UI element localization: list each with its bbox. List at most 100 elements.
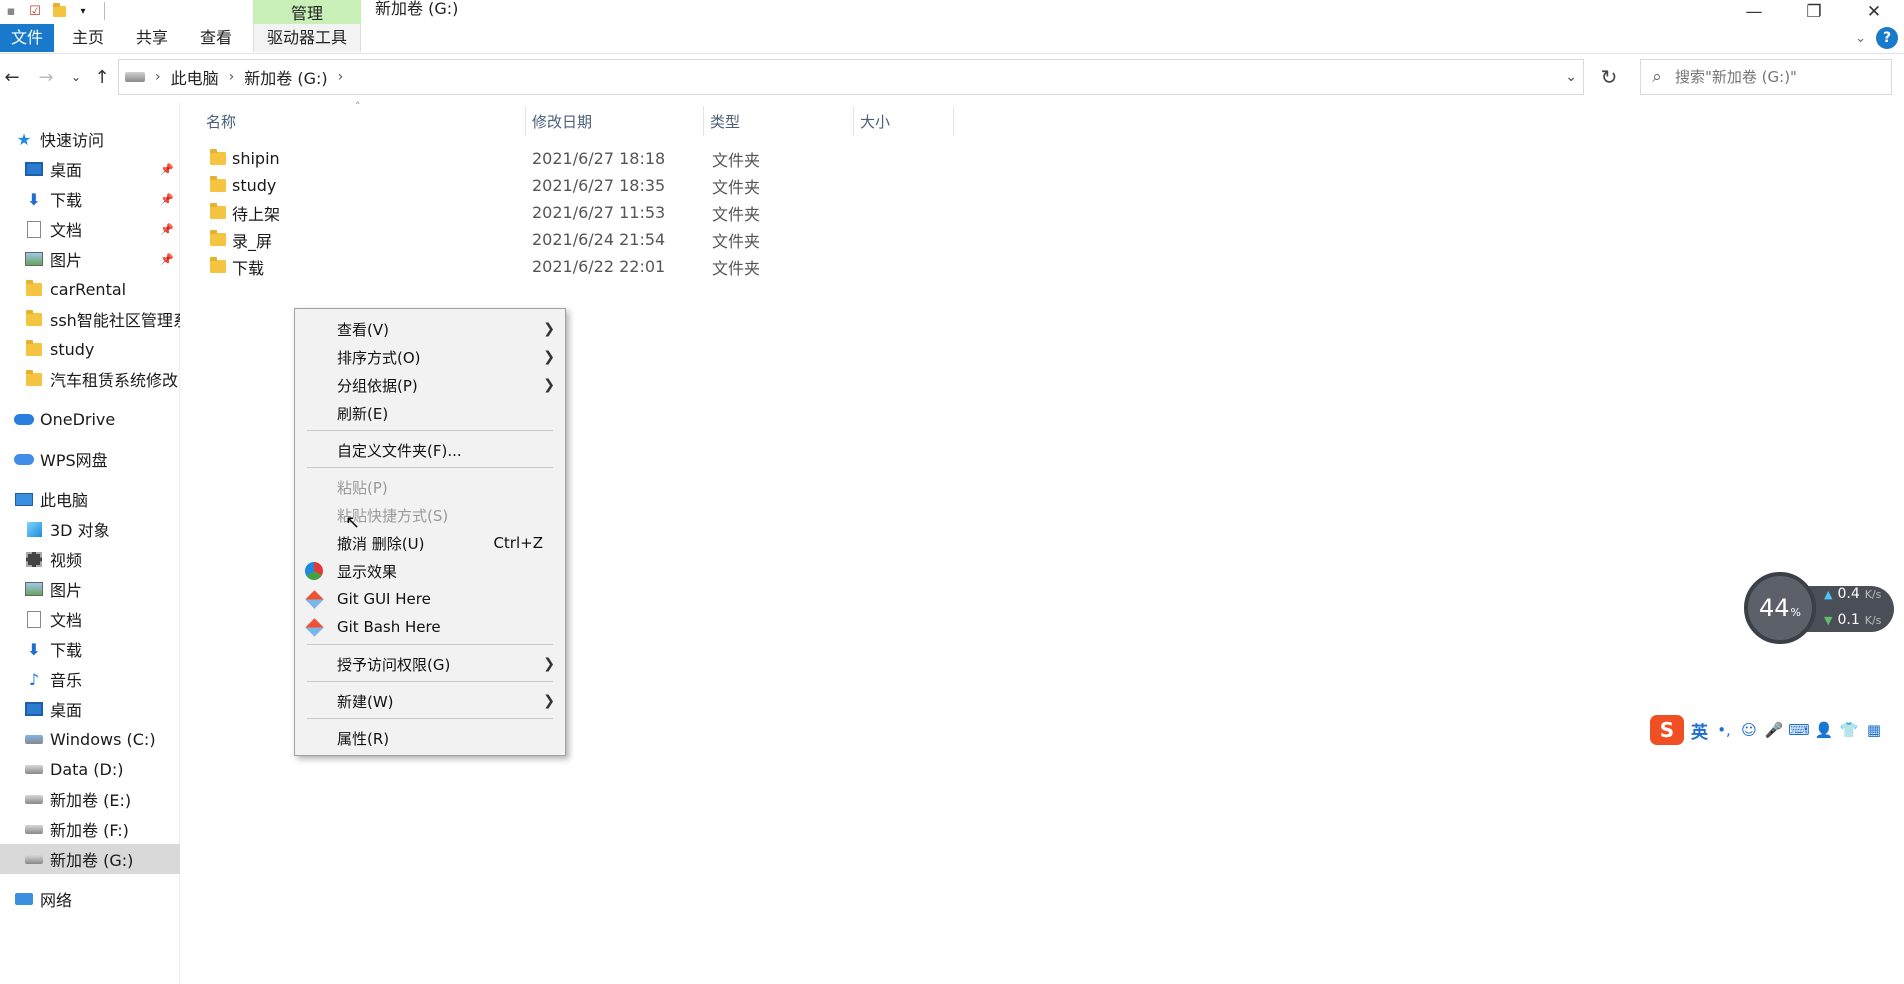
user-icon[interactable]: 👤 [1815, 721, 1834, 739]
folder-icon [210, 149, 226, 165]
refresh-icon[interactable]: ↻ [1594, 59, 1624, 95]
sidebar-item-drive-d[interactable]: Data (D:) [0, 754, 180, 784]
tab-file[interactable]: 文件 [0, 24, 54, 52]
sidebar-item-drive-g[interactable]: 新加卷 (G:) [0, 844, 180, 874]
menu-item-group[interactable]: 分组依据(P) ❯ [295, 372, 565, 398]
tab-home[interactable]: 主页 [66, 24, 110, 52]
up-icon[interactable]: ↑ [90, 62, 114, 92]
column-header-date[interactable]: 修改日期 [526, 106, 704, 136]
menu-item-sort[interactable]: 排序方式(O) ❯ [295, 344, 565, 370]
sidebar-item-drive-e[interactable]: 新加卷 (E:) [0, 784, 180, 814]
menu-item-git-bash[interactable]: Git Bash Here [295, 614, 565, 640]
menu-item-git-gui[interactable]: Git GUI Here [295, 586, 565, 612]
sidebar-item-drive-f[interactable]: 新加卷 (F:) [0, 814, 180, 844]
sidebar-item-ssh[interactable]: ssh智能社区管理系 [0, 304, 180, 334]
address-bar[interactable]: › 此电脑 › 新加卷 (G:) › ⌄ [118, 59, 1584, 95]
picture-icon [25, 252, 43, 266]
expand-ribbon-icon[interactable]: ⌄ [1855, 31, 1866, 46]
microphone-icon[interactable]: 🎤 [1765, 721, 1784, 739]
sidebar-item-music[interactable]: ♪ 音乐 [0, 664, 180, 694]
keyboard-icon[interactable]: ⌨ [1788, 721, 1810, 739]
sidebar-item-onedrive[interactable]: OneDrive [0, 404, 180, 434]
sidebar-item-videos[interactable]: 视频 [0, 544, 180, 574]
minimize-button[interactable]: — [1724, 0, 1784, 24]
sidebar-item-downloads[interactable]: ⬇ 下载 📌 [0, 184, 180, 214]
menu-item-paste[interactable]: 粘贴(P) [295, 474, 565, 500]
sidebar-item-pc-downloads[interactable]: ⬇ 下载 [0, 634, 180, 664]
address-dropdown-icon[interactable]: ⌄ [1565, 60, 1577, 94]
file-row[interactable]: study 2021/6/27 18:35 文件夹 [200, 172, 760, 199]
app-icon[interactable]: ▪ [2, 2, 20, 20]
navigation-pane: ★ 快速访问 桌面 📌 ⬇ 下载 📌 文档 📌 图片 📌 carRental s… [0, 102, 180, 984]
file-row[interactable]: 待上架 2021/6/27 11:53 文件夹 [200, 199, 760, 226]
customize-toolbar-icon[interactable]: ▾ [74, 2, 92, 20]
sidebar-item-drive-c[interactable]: Windows (C:) [0, 724, 180, 754]
emoji-icon[interactable]: ☺ [1740, 721, 1758, 739]
sidebar-item-study[interactable]: study [0, 334, 180, 364]
sidebar-item-quick-access[interactable]: ★ 快速访问 [0, 124, 180, 154]
new-folder-icon[interactable] [50, 2, 68, 20]
back-icon[interactable]: ← [0, 62, 24, 92]
file-row[interactable]: 录_屏 2021/6/24 21:54 文件夹 [200, 226, 760, 253]
menu-item-undo-delete[interactable]: 撤消 删除(U) Ctrl+Z [295, 530, 565, 556]
sidebar-item-desktop[interactable]: 桌面 📌 [0, 154, 180, 184]
forward-icon[interactable]: → [34, 62, 58, 92]
column-header-size[interactable]: 大小 [854, 106, 954, 136]
sidebar-item-this-pc[interactable]: 此电脑 [0, 484, 180, 514]
context-tab-manage[interactable]: 管理 [253, 0, 361, 24]
file-row[interactable]: shipin 2021/6/27 18:18 文件夹 [200, 145, 760, 172]
help-icon[interactable]: ? [1876, 27, 1898, 49]
menu-item-refresh[interactable]: 刷新(E) [295, 400, 565, 426]
skin-shirt-icon[interactable]: 👕 [1840, 721, 1859, 739]
pin-icon[interactable]: 📌 [160, 163, 174, 176]
menu-item-view[interactable]: 查看(V) ❯ [295, 316, 565, 342]
close-button[interactable]: ✕ [1844, 0, 1904, 24]
tab-drive-tools[interactable]: 驱动器工具 [253, 24, 361, 52]
breadcrumb-drive-g[interactable]: 新加卷 (G:) [244, 65, 327, 89]
pin-icon[interactable]: 📌 [160, 253, 174, 266]
sidebar-item-pc-documents[interactable]: 文档 [0, 604, 180, 634]
sidebar-item-pictures[interactable]: 图片 📌 [0, 244, 180, 274]
search-input[interactable] [1673, 67, 1873, 87]
tab-view[interactable]: 查看 [194, 24, 238, 52]
drive-icon [25, 764, 43, 774]
properties-icon[interactable]: ☑ [26, 2, 44, 20]
menu-item-properties[interactable]: 属性(R) [295, 725, 565, 751]
sogou-logo-icon[interactable]: S [1650, 715, 1684, 745]
folder-icon [26, 369, 42, 386]
menu-item-paste-shortcut[interactable]: 粘贴快捷方式(S) [295, 502, 565, 528]
recent-locations-icon[interactable]: ⌄ [64, 62, 88, 92]
column-header-type[interactable]: 类型 [704, 106, 854, 136]
chevron-right-icon[interactable]: › [155, 69, 161, 85]
menu-item-customize-folder[interactable]: 自定义文件夹(F)... [295, 437, 565, 463]
ime-language-toggle[interactable]: 英 [1691, 718, 1708, 743]
sidebar-item-pc-desktop[interactable]: 桌面 [0, 694, 180, 724]
window-title: 新加卷 (G:) [375, 0, 459, 18]
restore-button[interactable]: ❐ [1784, 0, 1844, 24]
sidebar-item-network[interactable]: 网络 [0, 884, 180, 914]
menu-item-new[interactable]: 新建(W) ❯ [295, 688, 565, 714]
chevron-right-icon[interactable]: › [338, 69, 344, 85]
pin-icon[interactable]: 📌 [160, 223, 174, 236]
folder-icon [26, 339, 42, 356]
menu-item-grant-access[interactable]: 授予访问权限(G) ❯ [295, 651, 565, 677]
menu-separator [307, 467, 553, 468]
sidebar-item-wps[interactable]: WPS网盘 [0, 444, 180, 474]
net-speed-widget[interactable]: 44% ▲ 0.4 K/s ▼ 0.1 K/s [1744, 572, 1894, 644]
toolbox-grid-icon[interactable]: ▦ [1865, 721, 1883, 739]
sidebar-item-carrental[interactable]: carRental [0, 274, 180, 304]
file-row[interactable]: 下载 2021/6/22 22:01 文件夹 [200, 253, 760, 280]
folder-icon [210, 230, 226, 246]
column-header-name[interactable]: 名称 [200, 106, 526, 136]
sidebar-item-3d-objects[interactable]: 3D 对象 [0, 514, 180, 544]
tab-share[interactable]: 共享 [130, 24, 174, 52]
punctuation-toggle[interactable]: •, [1715, 721, 1733, 739]
sidebar-item-pc-pictures[interactable]: 图片 [0, 574, 180, 604]
search-box[interactable]: ⌕ [1640, 59, 1892, 95]
sidebar-item-car-rental-mod[interactable]: 汽车租赁系统修改 [0, 364, 180, 394]
pin-icon[interactable]: 📌 [160, 193, 174, 206]
breadcrumb-this-pc[interactable]: 此电脑 [171, 65, 219, 89]
menu-item-display-effects[interactable]: 显示效果 [295, 558, 565, 584]
sidebar-item-documents[interactable]: 文档 📌 [0, 214, 180, 244]
chevron-right-icon[interactable]: › [229, 69, 235, 85]
